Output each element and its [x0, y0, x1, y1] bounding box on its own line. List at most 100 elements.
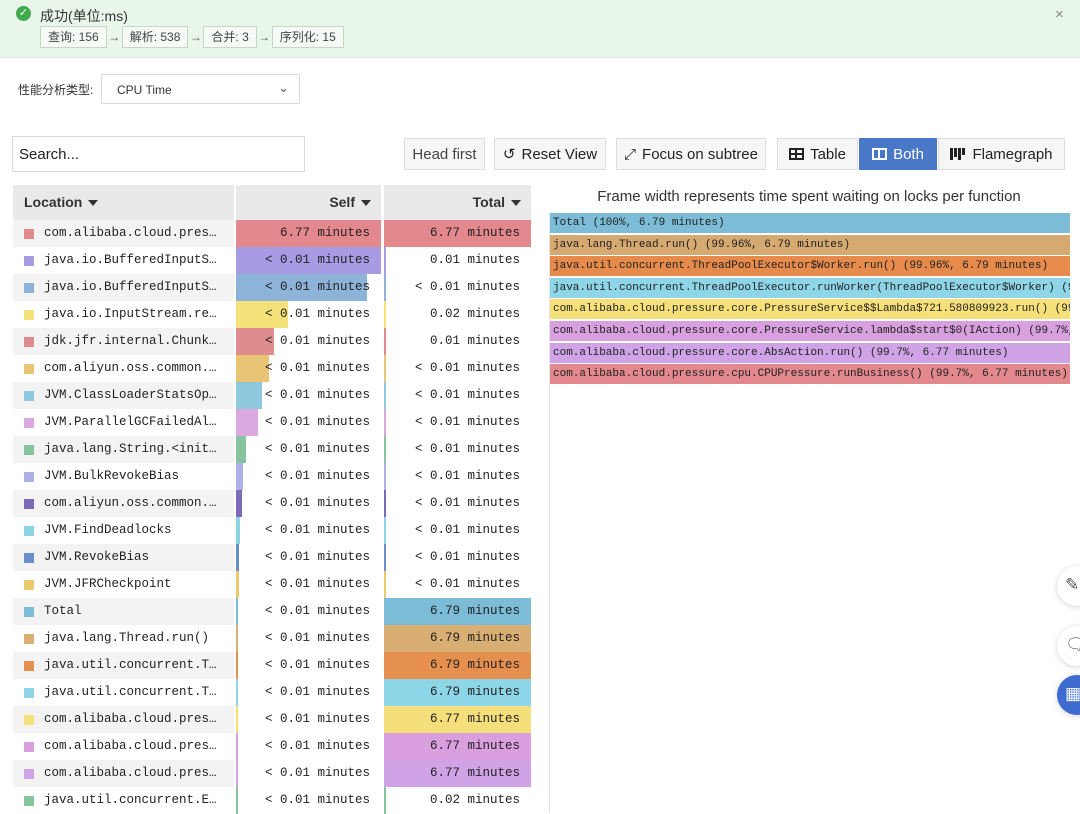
total-cell: < 0.01 minutes — [384, 463, 531, 490]
focus-subtree-button[interactable]: ⤢ Focus on subtree — [616, 138, 766, 170]
table-row[interactable]: java.lang.String.<init… < 0.01 minutes < 0… — [13, 436, 531, 463]
location-cell: java.lang.String.<init… — [13, 436, 234, 463]
location-cell: java.lang.Thread.run() — [13, 625, 234, 652]
table-row[interactable]: com.aliyun.oss.common.… < 0.01 minutes < 0… — [13, 490, 531, 517]
color-swatch — [24, 364, 34, 374]
self-cell-value: < 0.01 minutes — [264, 631, 370, 645]
apps-icon: ▦ — [1065, 684, 1080, 703]
color-swatch — [24, 229, 34, 239]
flame-frame[interactable]: java.util.concurrent.ThreadPoolExecutor.… — [550, 277, 1070, 299]
table-row[interactable]: JVM.ParallelGCFailedAl… < 0.01 minutes < 0… — [13, 409, 531, 436]
self-cell-value: < 0.01 minutes — [264, 685, 370, 699]
table-row[interactable]: JVM.RevokeBias < 0.01 minutes < 0.01 minut… — [13, 544, 531, 571]
self-cell-bar — [236, 706, 238, 733]
self-cell-value: < 0.01 minutes — [264, 658, 370, 672]
self-cell: < 0.01 minutes — [236, 544, 381, 571]
table-row[interactable]: java.util.concurrent.T… < 0.01 minutes 6.7… — [13, 652, 531, 679]
table-row[interactable]: com.alibaba.cloud.pres… < 0.01 minutes 6.7… — [13, 760, 531, 787]
total-cell-value: 0.02 minutes — [429, 307, 520, 321]
location-text: jdk.jfr.internal.Chunk… — [44, 334, 217, 348]
total-cell-bar — [384, 517, 386, 544]
total-cell-value: < 0.01 minutes — [414, 550, 520, 564]
location-text: JVM.RevokeBias — [44, 550, 150, 564]
total-cell: < 0.01 minutes — [384, 517, 531, 544]
table-row[interactable]: java.io.BufferedInputS… < 0.01 minutes < 0… — [13, 274, 531, 301]
flame-frame[interactable]: com.alibaba.cloud.pressure.cpu.CPUPressu… — [550, 364, 1070, 386]
flame-frame[interactable]: com.alibaba.cloud.pressure.core.Pressure… — [550, 321, 1070, 342]
location-cell: jdk.jfr.internal.Chunk… — [13, 328, 234, 355]
total-cell: 6.77 minutes — [384, 706, 531, 733]
table-row[interactable]: java.io.BufferedInputS… < 0.01 minutes 0.0… — [13, 247, 531, 274]
location-text: Total — [44, 604, 82, 618]
table-row[interactable]: JVM.BulkRevokeBias < 0.01 minutes < 0.01 m… — [13, 463, 531, 490]
total-cell-bar — [384, 355, 386, 382]
location-cell: com.alibaba.cloud.pres… — [13, 706, 234, 733]
head-first-button[interactable]: Head first — [404, 138, 485, 170]
flame-frame[interactable]: com.alibaba.cloud.pressure.core.Pressure… — [550, 299, 1070, 321]
self-cell-bar — [236, 571, 239, 598]
total-cell: 0.01 minutes — [384, 328, 531, 355]
total-cell-bar — [384, 247, 386, 274]
column-header-total[interactable]: Total — [384, 185, 531, 220]
profile-type-value: CPU Time — [117, 83, 172, 97]
table-row[interactable]: com.alibaba.cloud.pres… < 0.01 minutes 6.7… — [13, 706, 531, 733]
table-view-button[interactable]: Table — [777, 138, 858, 170]
location-cell: com.alibaba.cloud.pres… — [13, 220, 234, 247]
flamegraph-view-button[interactable]: Flamegraph — [938, 138, 1065, 170]
table-row[interactable]: java.lang.Thread.run() < 0.01 minutes 6.79… — [13, 625, 531, 652]
location-text: JVM.ParallelGCFailedAl… — [44, 415, 217, 429]
location-text: java.io.BufferedInputS… — [44, 280, 217, 294]
search-input[interactable] — [13, 137, 304, 171]
self-cell-value: < 0.01 minutes — [264, 388, 370, 402]
total-cell: < 0.01 minutes — [384, 490, 531, 517]
table-row[interactable]: java.util.concurrent.T… < 0.01 minutes 6.7… — [13, 679, 531, 706]
edit-icon: ✎ — [1065, 575, 1080, 594]
location-text: java.lang.String.<init… — [44, 442, 217, 456]
table-row[interactable]: Total < 0.01 minutes 6.79 minutes — [13, 598, 531, 625]
column-header-location[interactable]: Location — [13, 185, 234, 220]
both-view-button[interactable]: Both — [859, 138, 937, 170]
table-row[interactable]: JVM.FindDeadlocks < 0.01 minutes < 0.01 mi… — [13, 517, 531, 544]
flamegraph-title: Frame width represents time spent waitin… — [597, 188, 1021, 205]
arrow-right-icon: → — [108, 30, 121, 44]
color-swatch — [24, 256, 34, 266]
color-swatch — [24, 418, 34, 428]
self-cell-value: < 0.01 minutes — [264, 280, 370, 294]
collapse-arrows-icon: ⤢ — [624, 145, 637, 163]
total-cell: < 0.01 minutes — [384, 409, 531, 436]
table-row[interactable]: JVM.JFRCheckpoint < 0.01 minutes < 0.01 mi… — [13, 571, 531, 598]
table-row[interactable]: com.alibaba.cloud.pres… < 0.01 minutes 6.7… — [13, 733, 531, 760]
total-cell: < 0.01 minutes — [384, 274, 531, 301]
self-cell-value: < 0.01 minutes — [264, 496, 370, 510]
flame-frame[interactable]: java.util.concurrent.ThreadPoolExecutor$… — [550, 256, 1070, 278]
self-cell-value: < 0.01 minutes — [264, 739, 370, 753]
table-row[interactable]: java.io.InputStream.re… < 0.01 minutes 0.0… — [13, 301, 531, 328]
self-cell: < 0.01 minutes — [236, 436, 381, 463]
table-row[interactable]: JVM.ClassLoaderStatsOp… < 0.01 minutes < 0… — [13, 382, 531, 409]
location-text: JVM.FindDeadlocks — [44, 523, 172, 537]
arrow-right-icon: → — [258, 30, 271, 44]
table-row[interactable]: com.aliyun.oss.common.… < 0.01 minutes < 0… — [13, 355, 531, 382]
profile-type-select[interactable]: CPU Time ⌄ — [101, 74, 300, 104]
total-cell-bar — [384, 301, 386, 328]
color-swatch — [24, 283, 34, 293]
close-icon[interactable]: × — [1055, 6, 1064, 23]
color-swatch — [24, 499, 34, 509]
self-cell-value: < 0.01 minutes — [264, 307, 370, 321]
color-swatch — [24, 742, 34, 752]
self-cell-value: < 0.01 minutes — [264, 361, 370, 375]
table-row[interactable]: jdk.jfr.internal.Chunk… < 0.01 minutes 0.0… — [13, 328, 531, 355]
flame-frame[interactable]: java.lang.Thread.run() (99.96%, 6.79 min… — [550, 234, 1070, 256]
total-cell: 6.77 minutes — [384, 760, 531, 787]
location-text: JVM.BulkRevokeBias — [44, 469, 180, 483]
reset-view-button[interactable]: ↺ Reset View — [494, 138, 606, 170]
table-row[interactable]: java.util.concurrent.E… < 0.01 minutes 0.0… — [13, 787, 531, 814]
split-view-icon — [872, 148, 888, 160]
total-cell-value: < 0.01 minutes — [414, 523, 520, 537]
flame-frame[interactable]: com.alibaba.cloud.pressure.core.AbsActio… — [550, 342, 1070, 364]
table-row[interactable]: com.alibaba.cloud.pres… 6.77 minutes 6.77 … — [13, 220, 531, 247]
location-text: java.util.concurrent.E… — [44, 793, 217, 807]
column-header-self[interactable]: Self — [236, 185, 381, 220]
flame-frame[interactable]: Total (100%, 6.79 minutes) — [550, 213, 1070, 234]
color-swatch — [24, 472, 34, 482]
